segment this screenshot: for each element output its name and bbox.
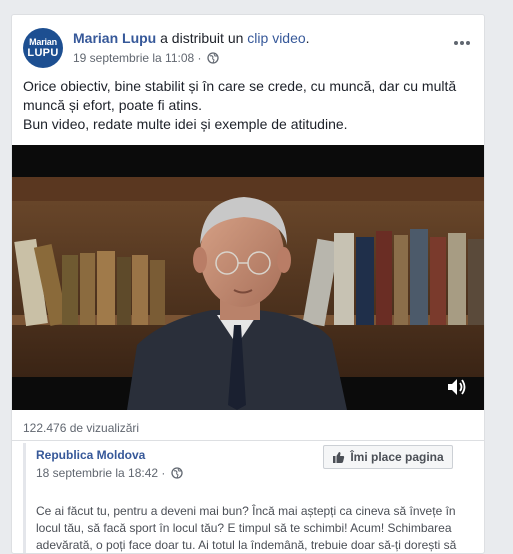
avatar-line2: LUPU: [27, 47, 59, 59]
meta-separator: ·: [194, 51, 205, 65]
globe-icon[interactable]: [171, 467, 183, 479]
post-text-line2: Bun video, redate multe idei și exemple …: [23, 116, 348, 132]
action-link[interactable]: clip video: [247, 30, 305, 46]
action-end: .: [305, 30, 310, 46]
like-page-label: Îmi place pagina: [350, 450, 444, 464]
thumbs-up-icon: [333, 451, 345, 463]
post-header: Marian LUPU Marian Lupu a distribuit un …: [23, 28, 474, 68]
post-timestamp[interactable]: 19 septembrie la 11:08: [73, 51, 194, 65]
shared-timestamp[interactable]: 18 septembrie la 18:42: [36, 466, 158, 480]
shared-separator: ·: [158, 466, 169, 480]
divider: [12, 440, 484, 441]
shared-text: Ce ai făcut tu, pentru a deveni mai bun?…: [36, 504, 457, 552]
shared-post: Republica Moldova 18 septembrie la 18:42…: [23, 443, 473, 553]
avatar-line1: Marian: [29, 37, 57, 47]
post-meta: 19 septembrie la 11:08 ·: [73, 51, 219, 65]
like-page-button[interactable]: Îmi place pagina: [323, 445, 453, 469]
view-count: 122.476 de vizualizări: [23, 421, 140, 435]
author-line: Marian Lupu a distribuit un clip video.: [73, 30, 310, 46]
shared-page-name[interactable]: Republica Moldova: [36, 448, 145, 462]
globe-icon[interactable]: [207, 52, 219, 64]
video-player[interactable]: [12, 145, 484, 410]
post-text: Orice obiectiv, bine stabilit și în care…: [23, 77, 472, 134]
post-text-line1: Orice obiectiv, bine stabilit și în care…: [23, 78, 457, 113]
shared-meta: 18 septembrie la 18:42 ·: [36, 466, 183, 480]
author-name[interactable]: Marian Lupu: [73, 30, 156, 46]
action-text: a distribuit un: [156, 30, 248, 46]
video-frame: [12, 145, 484, 410]
post-card: Marian LUPU Marian Lupu a distribuit un …: [11, 14, 485, 554]
more-options-icon[interactable]: [454, 32, 474, 45]
speaker-icon[interactable]: [446, 376, 468, 398]
avatar[interactable]: Marian LUPU: [23, 28, 63, 68]
